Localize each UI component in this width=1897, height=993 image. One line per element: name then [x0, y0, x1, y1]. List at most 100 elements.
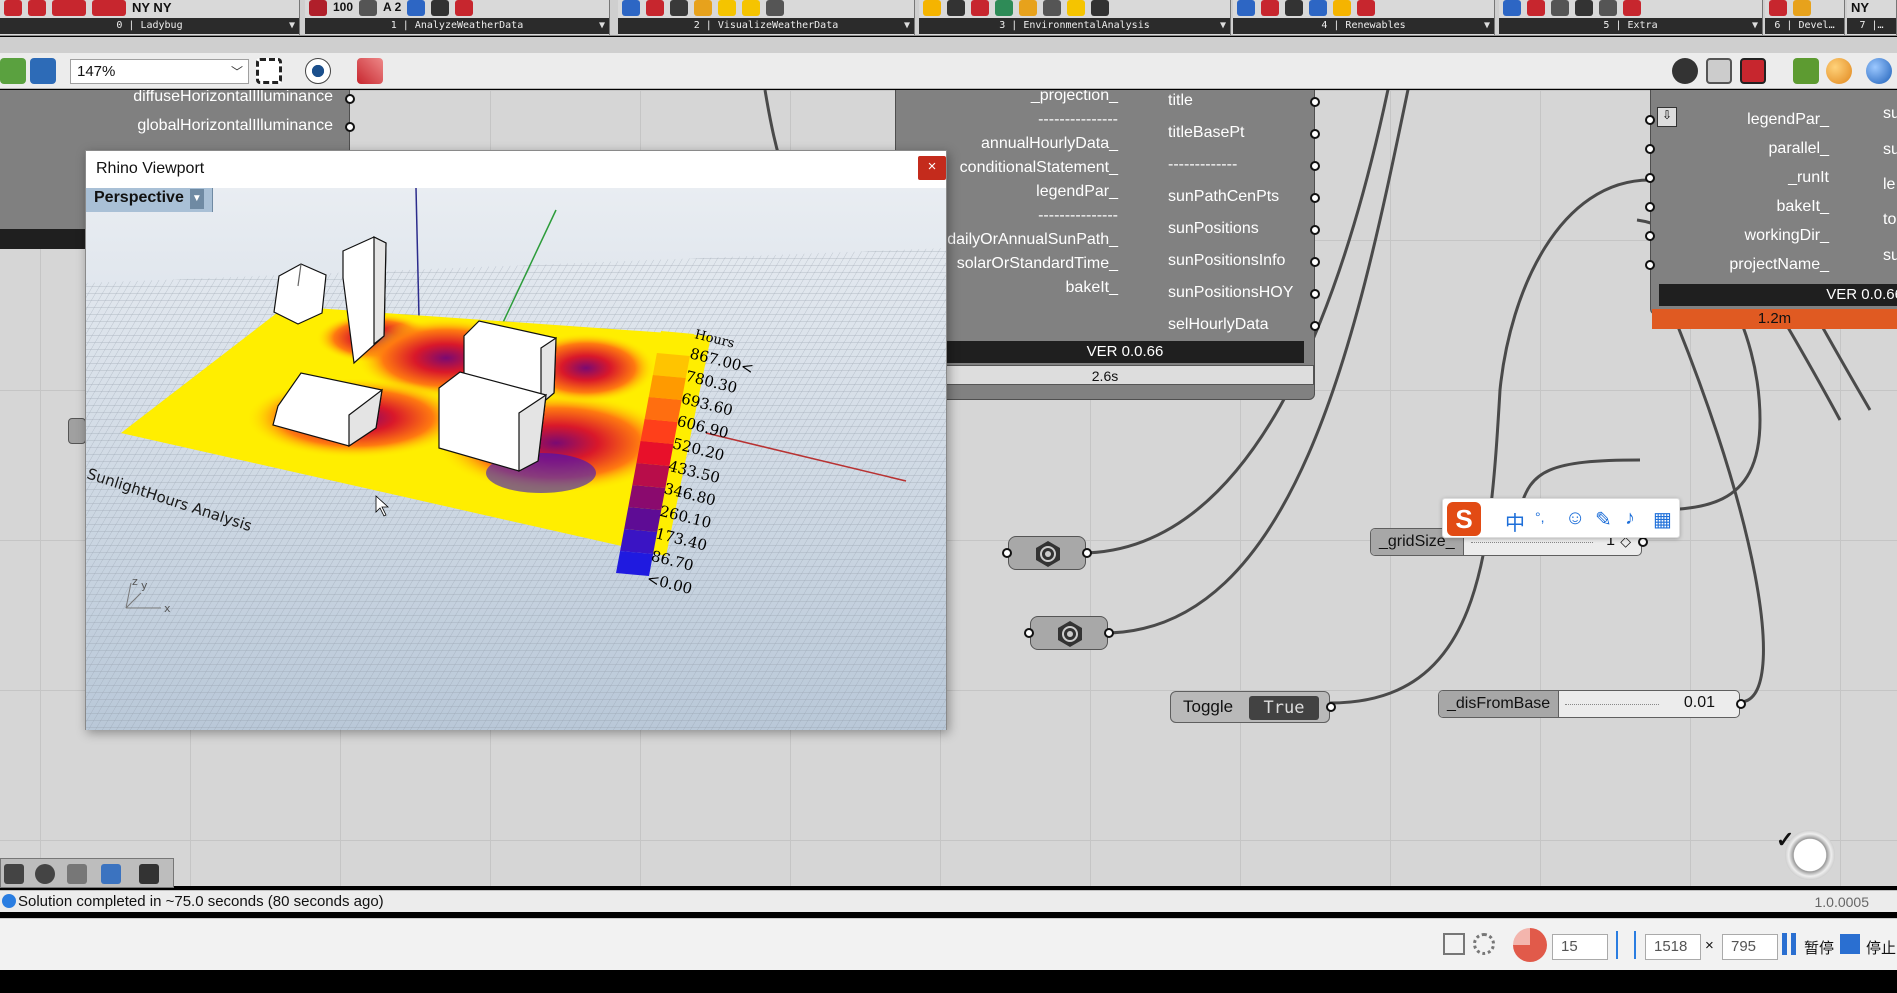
- download-icon[interactable]: [4, 864, 24, 884]
- input-projectname: projectName_: [1729, 256, 1829, 273]
- ime-toolbar[interactable]: S 中 °, ☺ ✎ ♪ ▦: [1442, 498, 1680, 538]
- input-runit: _runIt: [1788, 169, 1829, 186]
- ny-icon-label: NY: [1851, 0, 1870, 15]
- sphere-icon[interactable]: [1866, 58, 1892, 84]
- component-timer: 2.6s: [896, 365, 1314, 385]
- input-port[interactable]: [68, 418, 86, 444]
- tab-extra[interactable]: 5 | Extra ▼: [1499, 0, 1763, 35]
- output-port[interactable]: [1736, 699, 1746, 709]
- axis-x-label: x: [164, 602, 171, 615]
- legend-swatch: [616, 551, 654, 576]
- python-icon[interactable]: [101, 864, 121, 884]
- skin-brush-icon[interactable]: ✎: [1595, 507, 1612, 532]
- slider-track[interactable]: [1565, 704, 1659, 706]
- resize-arrows-icon[interactable]: [1616, 931, 1636, 959]
- record-timer-icon[interactable]: [1513, 928, 1547, 962]
- save-icon[interactable]: [30, 58, 56, 84]
- tab-visualizeweatherdata[interactable]: 2 | VisualizeWeatherData ▼: [618, 0, 915, 35]
- input-legendpar: legendPar_: [1036, 183, 1118, 200]
- gem-green-icon[interactable]: [1793, 58, 1819, 84]
- collapse-arrow-icon[interactable]: ⇩: [1657, 107, 1677, 127]
- output-port[interactable]: [1082, 548, 1092, 558]
- sogou-logo-icon[interactable]: S: [1447, 502, 1481, 536]
- input-legendpar: legendPar_: [1747, 111, 1829, 128]
- height-input[interactable]: 795: [1722, 934, 1778, 960]
- output-truncated: su: [1883, 247, 1897, 264]
- boolean-toggle[interactable]: Toggle True: [1170, 691, 1336, 723]
- tab-renewables[interactable]: 4 | Renewables ▼: [1233, 0, 1495, 35]
- input-projection: _projection_: [1030, 90, 1118, 104]
- tab-devel[interactable]: 6 | Devel…: [1765, 0, 1845, 35]
- rhino-viewport-window[interactable]: Rhino Viewport × SunlightHours Analysis …: [85, 150, 947, 730]
- toolbox-grid-icon[interactable]: ▦: [1653, 507, 1672, 532]
- pause-button[interactable]: 暂停: [1804, 937, 1834, 958]
- output-port[interactable]: [1310, 97, 1320, 107]
- input-separator: ---------------: [1038, 111, 1118, 128]
- render-preview-icon[interactable]: [1740, 58, 1766, 84]
- pause-icon[interactable]: [1782, 933, 1796, 955]
- input-port[interactable]: [1024, 628, 1034, 638]
- stop-button[interactable]: 停止: [1866, 937, 1896, 958]
- script-x-icon[interactable]: [67, 864, 87, 884]
- paint-brush-icon[interactable]: [357, 58, 383, 84]
- close-button[interactable]: ×: [918, 156, 946, 180]
- disfrombase-slider[interactable]: _disFromBase 0.01: [1438, 690, 1746, 718]
- wireframe-icon[interactable]: [1706, 58, 1732, 84]
- output-port[interactable]: [345, 122, 355, 132]
- output-port[interactable]: [1310, 321, 1320, 331]
- panel-icon[interactable]: [139, 864, 159, 884]
- chinese-mode-button[interactable]: 中: [1505, 507, 1525, 536]
- geometry-param-1[interactable]: [1002, 536, 1092, 570]
- input-port[interactable]: [1002, 548, 1012, 558]
- output-port[interactable]: [1310, 225, 1320, 235]
- zoom-select[interactable]: 147% ﹀: [70, 59, 249, 84]
- output-truncated: to: [1883, 211, 1897, 228]
- viewport-name-tab[interactable]: Perspective ▼: [86, 188, 213, 212]
- output-port[interactable]: [1310, 193, 1320, 203]
- punctuation-button[interactable]: °,: [1535, 509, 1545, 525]
- output-port[interactable]: [1104, 628, 1114, 638]
- geometry-param-2[interactable]: [1024, 616, 1114, 650]
- output-port[interactable]: [1326, 702, 1336, 712]
- tab-7[interactable]: NY 7 |…: [1847, 0, 1897, 35]
- output-port[interactable]: [1638, 537, 1648, 547]
- tab-analyzeweatherdata[interactable]: 100 A 2 1 | AnalyzeWeatherData ▼: [305, 0, 610, 35]
- tab-ladybug[interactable]: NY NY 0 | Ladybug ▼: [0, 0, 300, 35]
- legend-swatch: [620, 529, 658, 554]
- zoom-extents-icon[interactable]: [256, 58, 282, 84]
- input-port[interactable]: [1645, 144, 1655, 154]
- slider-track[interactable]: [1471, 542, 1593, 544]
- crop-icon[interactable]: [1443, 933, 1465, 955]
- input-port[interactable]: [1645, 202, 1655, 212]
- spiral-param-icon[interactable]: [35, 864, 55, 884]
- display-mode-icon[interactable]: [1672, 58, 1698, 84]
- input-port[interactable]: [1645, 173, 1655, 183]
- microphone-icon[interactable]: ♪: [1625, 507, 1635, 530]
- input-port[interactable]: [1645, 231, 1655, 241]
- output-port[interactable]: [1310, 289, 1320, 299]
- input-port[interactable]: [1645, 260, 1655, 270]
- settings-gear-icon[interactable]: [1473, 933, 1495, 955]
- open-file-icon[interactable]: [0, 58, 26, 84]
- stop-icon[interactable]: [1840, 934, 1860, 954]
- output-port[interactable]: [1310, 161, 1320, 171]
- emoji-icon[interactable]: ☺: [1565, 507, 1585, 530]
- toggle-value[interactable]: True: [1249, 696, 1319, 720]
- output-port[interactable]: [345, 94, 355, 104]
- input-port[interactable]: [1645, 115, 1655, 125]
- sunpath-component[interactable]: _projection_ --------------- annualHourl…: [895, 90, 1320, 400]
- preview-eye-icon[interactable]: [305, 58, 331, 84]
- tab-environmentalanalysis[interactable]: 3 | EnvironmentalAnalysis ▼: [919, 0, 1231, 35]
- material-ball-icon[interactable]: [1826, 58, 1852, 84]
- recorder-bar: 15 1518 × 795 暂停 停止: [0, 918, 1897, 970]
- output-sunpathcenpts: sunPathCenPts: [1168, 188, 1280, 205]
- window-titlebar[interactable]: Rhino Viewport ×: [86, 151, 946, 188]
- output-truncated: su: [1883, 105, 1897, 122]
- chevron-down-icon[interactable]: ▼: [189, 189, 204, 209]
- output-port[interactable]: [1310, 257, 1320, 267]
- output-port[interactable]: [1310, 129, 1320, 139]
- fps-input[interactable]: 15: [1552, 934, 1608, 960]
- viewport-scene[interactable]: SunlightHours Analysis Hours 867.00< 780.3…: [86, 188, 946, 730]
- width-input[interactable]: 1518: [1645, 934, 1701, 960]
- sunlighthours-component[interactable]: ⇩ legendPar_ parallel_ _runIt bakeIt_ wo…: [1645, 90, 1897, 315]
